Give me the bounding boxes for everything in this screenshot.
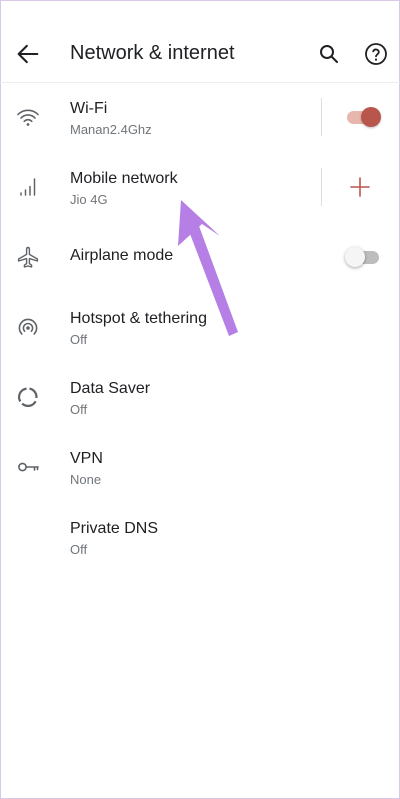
- item-label: Hotspot & tethering: [70, 310, 207, 327]
- item-summary: Off: [70, 332, 88, 347]
- airplane-icon: [16, 245, 40, 269]
- signal-bars-icon: [16, 175, 40, 199]
- page-title: Network & internet: [70, 42, 235, 64]
- item-label: VPN: [70, 450, 103, 467]
- list-item-private-dns[interactable]: Private DNS Off: [0, 502, 400, 572]
- item-label: Data Saver: [70, 380, 151, 397]
- airplane-mode-toggle[interactable]: [345, 247, 381, 267]
- wifi-icon: [16, 105, 40, 129]
- item-summary: Off: [70, 402, 88, 417]
- list-item-vpn[interactable]: VPN None: [0, 432, 400, 502]
- item-summary: None: [70, 472, 102, 487]
- key-icon: [16, 455, 40, 479]
- search-icon: [320, 45, 338, 63]
- back-button[interactable]: [14, 40, 42, 68]
- item-summary: Manan2.4Ghz: [70, 122, 152, 137]
- list-item-wifi[interactable]: Wi-Fi Manan2.4Ghz: [0, 82, 400, 152]
- divider: [321, 98, 322, 136]
- toggle-thumb: [361, 107, 381, 127]
- item-summary: Jio 4G: [70, 192, 108, 207]
- divider: [321, 168, 322, 206]
- item-summary: Off: [70, 542, 88, 557]
- help-button[interactable]: [364, 42, 388, 66]
- data-saver-icon: [16, 385, 40, 409]
- plus-icon: [350, 177, 370, 197]
- item-label: Mobile network: [70, 170, 178, 187]
- add-network-button[interactable]: [349, 176, 371, 198]
- hotspot-icon: [16, 315, 40, 339]
- wifi-toggle[interactable]: [345, 107, 381, 127]
- list-item-hotspot[interactable]: Hotspot & tethering Off: [0, 292, 400, 362]
- search-button[interactable]: [317, 42, 341, 66]
- list-item-data-saver[interactable]: Data Saver Off: [0, 362, 400, 432]
- help-circle-icon: [365, 43, 387, 65]
- arrow-left-icon: [17, 44, 39, 64]
- app-bar: Network & internet: [0, 0, 400, 83]
- settings-list: Wi-Fi Manan2.4Ghz Mobile network Jio 4G: [0, 82, 400, 572]
- item-label: Wi-Fi: [70, 100, 108, 117]
- item-label: Airplane mode: [70, 247, 174, 264]
- list-item-mobile-network[interactable]: Mobile network Jio 4G: [0, 152, 400, 222]
- list-item-airplane-mode[interactable]: Airplane mode: [0, 222, 400, 292]
- toggle-thumb: [345, 247, 365, 267]
- item-label: Private DNS: [70, 520, 159, 537]
